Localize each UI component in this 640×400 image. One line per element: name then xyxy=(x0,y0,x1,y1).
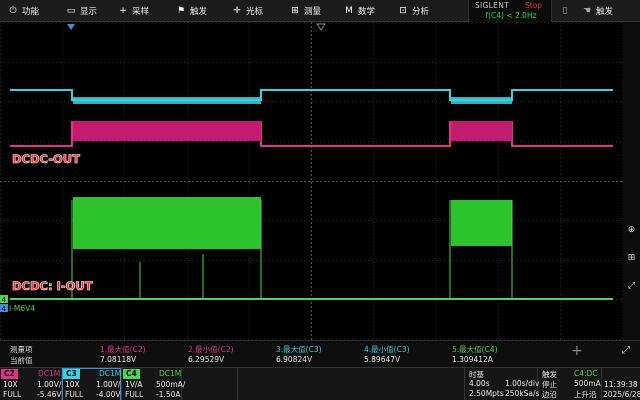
timebase-box[interactable]: 时基 4.00s 1.00s/div 2.50Mpts 250kSa/s xyxy=(464,368,540,400)
menu-trigger[interactable]: ⚑ 触发 xyxy=(176,0,207,22)
info-icon: ▯ xyxy=(562,6,568,16)
menu-acquire[interactable]: + 采样 xyxy=(118,0,149,22)
c3-tag: C3 xyxy=(63,369,80,379)
hand-icon: ☚ xyxy=(582,6,592,16)
c2-probe: 10X xyxy=(3,380,18,389)
side-toolbar: ⊕ ⊞ ⤢ xyxy=(623,22,640,340)
menu-analysis[interactable]: ⊡ 分析 xyxy=(398,0,429,22)
plus-icon: + xyxy=(119,6,127,16)
measure-4-label: 4.最小值(C3) xyxy=(364,345,410,354)
c3-probe: 10X xyxy=(65,380,80,389)
expand-icon[interactable]: ⤢ xyxy=(625,280,638,292)
menu-cursor[interactable]: ✛ 光标 xyxy=(232,0,263,22)
grid-lines xyxy=(0,22,623,340)
c2-scale: 1.00V/ xyxy=(37,380,62,389)
channel-c3-box[interactable]: C3 DC1M 10X 1.00V/ FULL -4.00V xyxy=(62,368,122,400)
clock-date: 2025/6/28 xyxy=(603,390,640,399)
status-box: SIGLENT Stop f(C4) < 2.0Hz xyxy=(468,0,552,22)
menu-utility[interactable]: ▯ xyxy=(560,0,570,22)
clock-time: 11:39:38 xyxy=(604,380,638,389)
timebase-memory: 2.50Mpts xyxy=(469,389,504,398)
timebase-div: 1.00s/div xyxy=(505,379,540,388)
measurement-panel[interactable]: 测量项 当前值 1.最大值(C2) 7.08118V 2.最小值(C2) 6.2… xyxy=(0,340,640,367)
dcdc-iout-label: DCDC: I-OUT xyxy=(12,279,93,293)
c4-offset: -1.50A xyxy=(156,390,181,399)
trigger-source: C4:DC xyxy=(574,369,598,378)
c2-coupling: DC1M xyxy=(38,369,61,378)
measure-2-label: 2.最小值(C2) xyxy=(188,345,234,354)
fit-icon[interactable]: ⊞ xyxy=(625,252,638,264)
trigger-frequency: f(C4) < 2.0Hz xyxy=(485,11,537,20)
monitor-icon: ▭ xyxy=(66,6,76,16)
c2-bandwidth: FULL xyxy=(3,390,22,399)
measure-5-label: 5.最大值(C4) xyxy=(452,345,498,354)
menu-measure[interactable]: ⊞ 测量 xyxy=(290,0,321,22)
expand-measure-icon[interactable]: ⤢ xyxy=(622,345,630,356)
menu-touch[interactable]: ☚ 触发 xyxy=(582,0,613,22)
c4-probe: 1V/A xyxy=(125,380,143,389)
c3-coupling: DC1M xyxy=(99,369,122,378)
c3-offset: -4.00V xyxy=(96,390,121,399)
ruler-icon: ⊞ xyxy=(291,6,299,16)
c4-tag: C4 xyxy=(123,369,140,379)
waveform-display[interactable]: DCDC-OUT DCDC: I-OUT 4 4 I-M6V4 xyxy=(0,22,623,340)
channel-c2-box[interactable]: C2 DC1M 10X 1.00V/ FULL -5.46V xyxy=(0,368,62,400)
measure-4-value: 5.89647V xyxy=(364,355,401,364)
c3-waveform xyxy=(10,89,613,104)
measure-3-value: 6.90824V xyxy=(276,355,313,364)
channel-empty-slot[interactable] xyxy=(182,368,238,400)
zoom-icon[interactable]: ⊕ xyxy=(625,224,638,236)
add-measure-icon[interactable]: + xyxy=(571,344,583,358)
timebase-sample-rate: 250kSa/s xyxy=(505,389,540,398)
menu-display[interactable]: ▭ 显示 xyxy=(66,0,97,22)
touch-label: 触发 xyxy=(596,7,614,17)
measure-5-value: 1.309412A xyxy=(452,355,493,364)
measure-3-label: 3.最大值(C3) xyxy=(276,345,322,354)
i-m6v4-label: I-M6V4 xyxy=(9,304,35,313)
math-icon: Μ xyxy=(345,6,353,16)
svg-text:4: 4 xyxy=(2,305,7,313)
measure-item-header: 测量项 xyxy=(10,345,33,354)
menu-bar: ⏻ 功能 ▭ 显示 + 采样 ⚑ 触发 ✛ 光标 ⊞ 测量 Μ 数学 ⊡ 分析 SIGLENT … xyxy=(0,0,640,22)
cursor-icon: ✛ xyxy=(233,6,241,16)
trigger-slope: 上升沿 xyxy=(574,390,597,399)
measure-1-label: 1.最大值(C2) xyxy=(100,345,146,354)
channel-c4-box[interactable]: C4 DC1M 1V/A 500mA/ FULL -1.50A xyxy=(122,368,186,400)
waveform-canvas: DCDC-OUT DCDC: I-OUT 4 4 I-M6V4 xyxy=(0,22,623,340)
menu-math[interactable]: Μ 数学 xyxy=(344,0,375,22)
c2-offset: -5.46V xyxy=(37,390,62,399)
c3-scale: 1.00V/ xyxy=(96,380,121,389)
c4-scale: 500mA/ xyxy=(156,380,186,389)
power-icon: ⏻ xyxy=(9,6,17,16)
brand-name: SIGLENT xyxy=(475,1,509,10)
c4-coupling: DC1M xyxy=(159,369,182,378)
menu-function[interactable]: ⏻ 功能 xyxy=(8,0,39,22)
trigger-center-marker xyxy=(316,23,326,31)
trigger-box[interactable]: 触发 C4:DC 停止 500mA 边沿 上升沿 xyxy=(538,368,602,400)
status-bar: C2 DC1M 10X 1.00V/ FULL -5.46V C3 DC1M 1… xyxy=(0,367,640,400)
timebase-scale: 4.00s xyxy=(469,379,490,388)
flag-icon: ⚑ xyxy=(176,6,186,16)
c2-tag: C2 xyxy=(1,369,18,379)
svg-text:4: 4 xyxy=(2,296,7,304)
measure-value-header: 当前值 xyxy=(10,356,33,365)
c3-bandwidth: FULL xyxy=(65,390,84,399)
measure-1-value: 7.08118V xyxy=(100,355,137,364)
analysis-icon: ⊡ xyxy=(399,6,407,16)
trigger-level: 500mA xyxy=(574,379,601,388)
measure-2-value: 6.29529V xyxy=(188,355,225,364)
c4-bandwidth: FULL xyxy=(125,390,144,399)
dcdc-out-label: DCDC-OUT xyxy=(12,152,80,166)
clock: 11:39:38 2025/6/28 xyxy=(602,368,640,400)
trigger-type: 边沿 xyxy=(542,390,557,399)
trigger-delay-marker[interactable] xyxy=(67,24,75,30)
run-state[interactable]: Stop xyxy=(525,1,542,10)
